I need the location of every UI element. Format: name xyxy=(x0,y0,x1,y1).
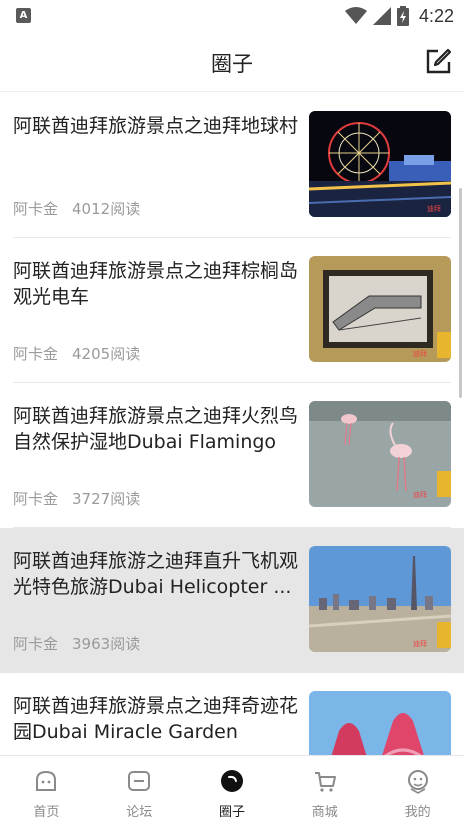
wifi-icon xyxy=(344,7,367,24)
post-author: 阿卡金 xyxy=(13,200,59,218)
tab-label: 圈子 xyxy=(218,805,245,820)
tab-label: 论坛 xyxy=(126,805,153,820)
page-title: 圈子 xyxy=(211,52,253,76)
post-item[interactable]: 阿联酋迪拜旅游景点之迪拜火烈鸟自然保护湿地Dubai Flamingo 阿卡金 3… xyxy=(0,383,464,528)
header: 圈子 xyxy=(0,32,464,92)
post-thumbnail: 迪拜 xyxy=(309,401,451,507)
post-title: 阿联酋迪拜旅游景点之迪拜奇迹花园Dubai Miracle Garden xyxy=(13,695,299,743)
post-meta: 阿卡金 4012阅读 xyxy=(13,198,140,219)
forum-icon xyxy=(128,771,151,791)
post-meta: 阿卡金 4205阅读 xyxy=(13,343,140,364)
post-item[interactable]: 阿联酋迪拜旅游之迪拜直升飞机观光特色旅游Dubai Helicopter ...… xyxy=(0,528,464,673)
post-author: 阿卡金 xyxy=(13,345,59,363)
post-title: 阿联酋迪拜旅游景点之迪拜地球村 xyxy=(13,115,299,137)
post-item[interactable]: 阿联酋迪拜旅游景点之迪拜棕榈岛观光电车 阿卡金 4205阅读 迪拜 xyxy=(0,238,464,383)
post-thumbnail: 迪拜 xyxy=(309,111,451,217)
post-author: 阿卡金 xyxy=(13,635,59,653)
status-indicators: 4:22 xyxy=(344,4,454,28)
post-title: 阿联酋迪拜旅游景点之迪拜火烈鸟自然保护湿地Dubai Flamingo xyxy=(13,405,299,453)
tab-forum[interactable]: 论坛 xyxy=(93,756,186,824)
cart-icon xyxy=(314,772,336,792)
post-reads: 4205阅读 xyxy=(72,345,141,363)
bottom-tab-bar: 首页 论坛 圈子 商城 我的 xyxy=(0,755,464,824)
tab-shop[interactable]: 商城 xyxy=(278,756,371,824)
clock: 4:22 xyxy=(418,5,454,26)
tab-profile[interactable]: 我的 xyxy=(371,756,464,824)
tab-circle[interactable]: 圈子 xyxy=(186,756,279,824)
post-author: 阿卡金 xyxy=(13,490,59,508)
svg-text:迪拜: 迪拜 xyxy=(427,204,441,213)
post-reads: 3727阅读 xyxy=(72,490,141,508)
signal-icon xyxy=(372,7,391,25)
post-thumbnail: 迪拜 xyxy=(309,546,451,652)
post-item[interactable]: 阿联酋迪拜旅游景点之迪拜地球村 阿卡金 4012阅读 迪拜 xyxy=(0,93,464,238)
post-thumbnail xyxy=(309,691,451,755)
home-icon xyxy=(36,770,57,791)
post-reads: 3963阅读 xyxy=(72,635,141,653)
svg-text:迪拜: 迪拜 xyxy=(413,490,427,499)
status-bar: A 4:22 xyxy=(0,0,464,32)
tab-label: 首页 xyxy=(33,805,60,820)
edit-icon[interactable] xyxy=(424,48,452,76)
svg-text:迪拜: 迪拜 xyxy=(413,349,427,358)
notification-icon: A xyxy=(16,8,31,23)
post-reads: 4012阅读 xyxy=(72,200,141,218)
circle-icon xyxy=(220,770,243,792)
battery-icon xyxy=(396,6,409,26)
post-meta: 阿卡金 3963阅读 xyxy=(13,633,140,654)
post-title: 阿联酋迪拜旅游景点之迪拜棕榈岛观光电车 xyxy=(13,260,299,308)
tab-label: 我的 xyxy=(404,805,431,820)
scrollbar[interactable] xyxy=(459,188,462,398)
tab-home[interactable]: 首页 xyxy=(0,756,93,824)
tab-label: 商城 xyxy=(311,805,338,820)
post-thumbnail: 迪拜 xyxy=(309,256,451,362)
post-title: 阿联酋迪拜旅游之迪拜直升飞机观光特色旅游Dubai Helicopter ... xyxy=(13,550,299,598)
profile-icon xyxy=(407,770,428,794)
post-item[interactable]: 阿联酋迪拜旅游景点之迪拜奇迹花园Dubai Miracle Garden xyxy=(0,673,464,755)
post-meta: 阿卡金 3727阅读 xyxy=(13,488,140,509)
svg-text:迪拜: 迪拜 xyxy=(413,639,427,648)
post-feed[interactable]: 阿联酋迪拜旅游景点之迪拜地球村 阿卡金 4012阅读 迪拜 阿联酋迪拜旅游景点之迪… xyxy=(0,93,464,755)
